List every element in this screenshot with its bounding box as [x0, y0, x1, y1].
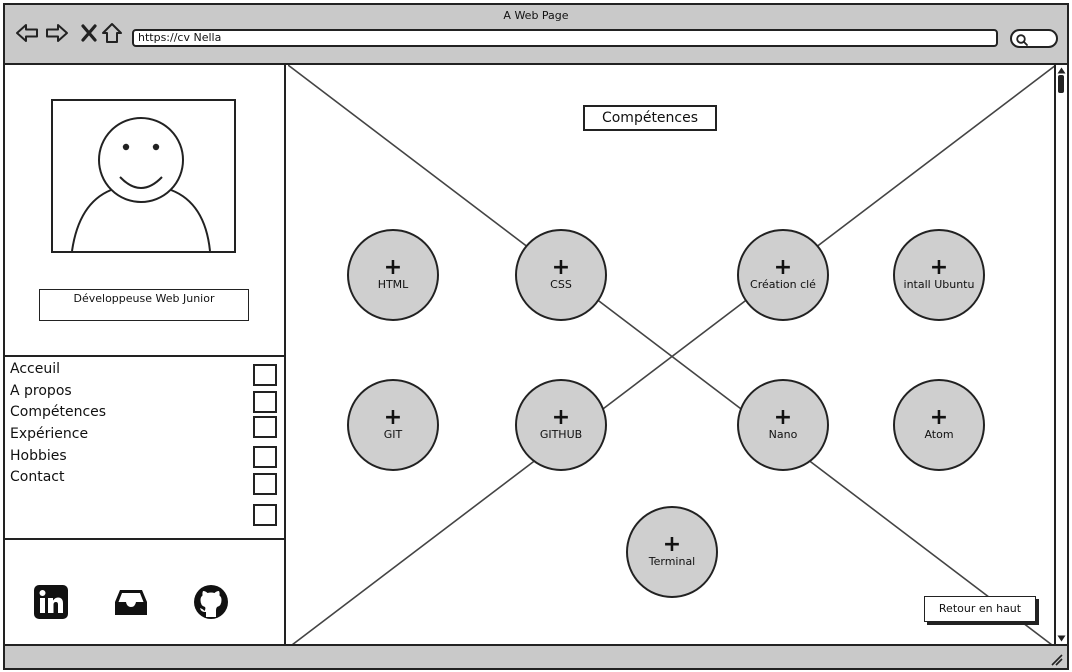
page-content: Développeuse Web Junior Acceuil A propos… — [5, 63, 1067, 646]
plus-icon: + — [383, 255, 403, 280]
section-title: Compétences — [583, 105, 717, 131]
menu-item-hobbies[interactable]: Hobbies — [10, 446, 106, 468]
close-icon[interactable] — [77, 21, 101, 45]
menu-checkbox-4[interactable] — [253, 446, 277, 468]
home-icon[interactable] — [100, 21, 124, 45]
skill-terminal[interactable]: + Terminal — [626, 506, 718, 598]
plus-icon: + — [773, 405, 793, 430]
skill-creation-cle[interactable]: + Création clé — [737, 229, 829, 321]
skill-label: Création clé — [750, 278, 816, 291]
browser-window: A Web Page https://cv Nella Développeuse… — [3, 3, 1069, 670]
linkedin-icon[interactable] — [33, 584, 69, 620]
address-bar[interactable]: https://cv Nella — [132, 29, 998, 47]
menu-checkbox-1[interactable] — [253, 364, 277, 386]
back-arrow-icon[interactable] — [15, 21, 39, 45]
sidebar: Développeuse Web Junior Acceuil A propos… — [5, 65, 286, 644]
status-bar — [5, 648, 1067, 668]
plus-icon: + — [662, 532, 682, 557]
menu-checkbox-2[interactable] — [253, 391, 277, 413]
skill-github[interactable]: + GITHUB — [515, 379, 607, 471]
skill-label: GIT — [383, 428, 403, 441]
back-to-top-button[interactable]: Retour en haut — [924, 596, 1036, 622]
menu-item-contact[interactable]: Contact — [10, 467, 106, 489]
scroll-up-arrow-icon[interactable] — [1057, 67, 1066, 74]
plus-icon: + — [773, 255, 793, 280]
skill-git[interactable]: + GIT — [347, 379, 439, 471]
forward-arrow-icon[interactable] — [45, 21, 69, 45]
person-placeholder-icon — [51, 99, 236, 253]
resize-grip-icon[interactable] — [1049, 652, 1063, 666]
skill-atom[interactable]: + Atom — [893, 379, 985, 471]
social-panel — [5, 540, 284, 644]
window-title: A Web Page — [503, 9, 569, 22]
inbox-icon[interactable] — [113, 584, 149, 620]
vertical-scrollbar[interactable] — [1056, 65, 1067, 644]
skill-install-ubuntu[interactable]: + intall Ubuntu — [893, 229, 985, 321]
plus-icon: + — [383, 405, 403, 430]
search-icon — [1016, 34, 1028, 46]
menu-checkbox-6[interactable] — [253, 504, 277, 526]
skill-css[interactable]: + CSS — [515, 229, 607, 321]
skill-label: intall Ubuntu — [903, 278, 975, 291]
menu-checkbox-3[interactable] — [253, 416, 277, 438]
menu-item-competences[interactable]: Compétences — [10, 402, 106, 424]
nav-menu-panel: Acceuil A propos Compétences Expérience … — [5, 357, 284, 540]
plus-icon: + — [551, 255, 571, 280]
github-icon[interactable] — [193, 584, 229, 620]
skill-label: Terminal — [648, 555, 696, 568]
menu-item-a-propos[interactable]: A propos — [10, 381, 106, 403]
scroll-thumb[interactable] — [1058, 75, 1064, 93]
skill-label: GITHUB — [539, 428, 583, 441]
scroll-down-arrow-icon[interactable] — [1057, 635, 1066, 642]
menu-checkbox-5[interactable] — [253, 473, 277, 495]
skills-section: Compétences + HTML + CSS + Création clé … — [288, 65, 1056, 644]
plus-icon: + — [929, 405, 949, 430]
skill-label: Atom — [924, 428, 954, 441]
skill-label: Nano — [768, 428, 798, 441]
search-field[interactable] — [1010, 29, 1058, 48]
browser-toolbar: A Web Page https://cv Nella — [5, 5, 1067, 63]
skill-label: CSS — [550, 278, 572, 291]
nav-menu: Acceuil A propos Compétences Expérience … — [10, 359, 106, 489]
profile-panel: Développeuse Web Junior — [5, 65, 284, 357]
menu-item-acceuil[interactable]: Acceuil — [10, 359, 106, 381]
menu-item-experience[interactable]: Expérience — [10, 424, 106, 446]
skill-label: HTML — [377, 278, 409, 291]
skill-nano[interactable]: + Nano — [737, 379, 829, 471]
job-title-box: Développeuse Web Junior — [39, 289, 249, 321]
skill-html[interactable]: + HTML — [347, 229, 439, 321]
plus-icon: + — [551, 405, 571, 430]
plus-icon: + — [929, 255, 949, 280]
